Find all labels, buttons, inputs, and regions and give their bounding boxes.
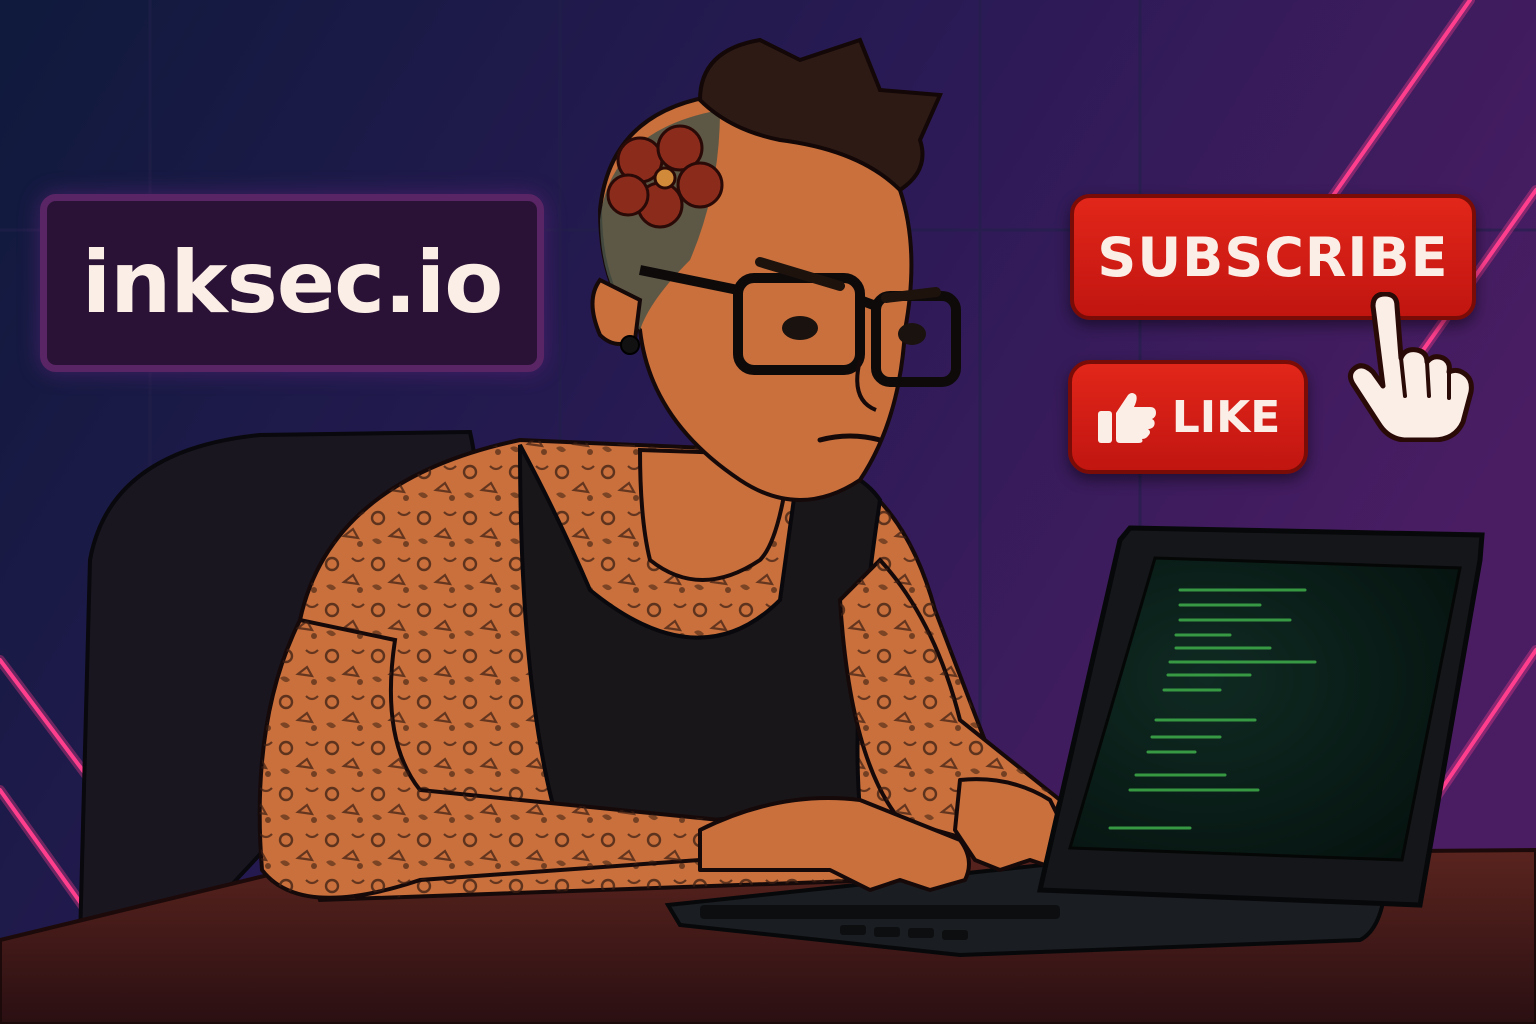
hand-pointer-icon (1347, 292, 1474, 442)
like-label: LIKE (1171, 391, 1281, 443)
thumbnail-stage: inksec.io SUBSCRIBE LIKE (0, 0, 1536, 1024)
subscribe-label: SUBSCRIBE (1097, 225, 1449, 289)
brand-label: inksec.io (81, 233, 504, 333)
eye-right (898, 323, 926, 345)
scene-illustration (0, 0, 1536, 1024)
like-button[interactable]: LIKE (1068, 360, 1308, 474)
brand-badge: inksec.io (40, 194, 544, 372)
thumbs-up-icon (1097, 393, 1156, 443)
ear-gauge (620, 335, 640, 355)
eye-left (782, 316, 818, 340)
